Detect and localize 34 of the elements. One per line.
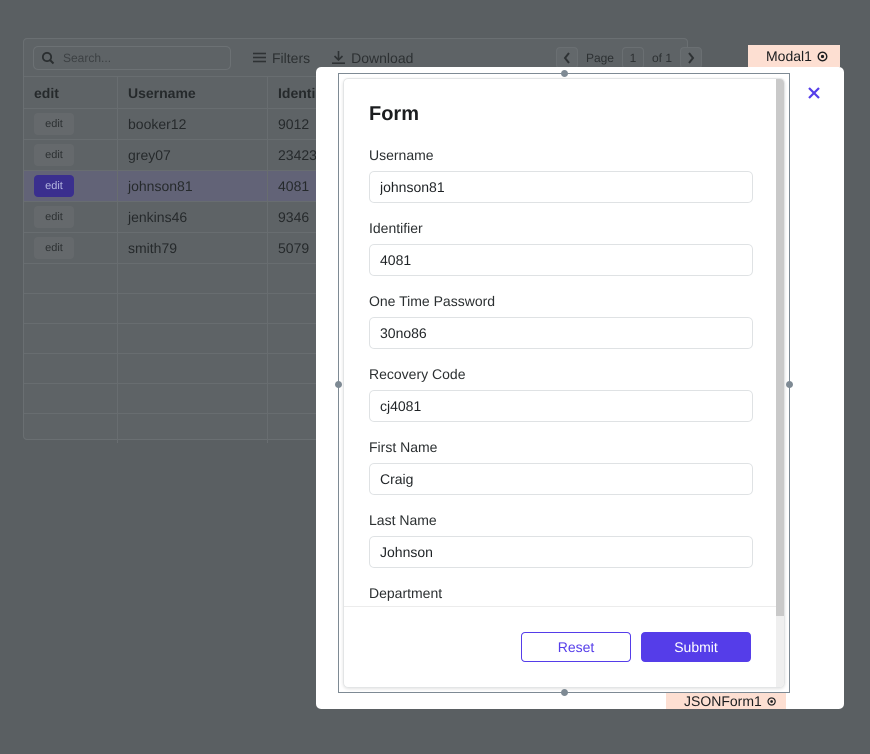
next-page-button[interactable] (680, 46, 702, 68)
resize-handle[interactable] (335, 381, 342, 388)
search-icon (41, 50, 55, 64)
field-label: Username (369, 147, 435, 163)
input-field[interactable]: cj4081 (369, 390, 753, 422)
table-cell: jenkins46 (118, 201, 268, 232)
form-tag[interactable]: JSONForm1 (666, 693, 786, 709)
resize-handle[interactable] (786, 381, 793, 388)
input-field[interactable]: 30no86 (369, 317, 753, 349)
filter-icon (253, 52, 266, 63)
download-icon (332, 51, 346, 64)
close-icon[interactable] (808, 87, 820, 99)
resize-handle[interactable] (561, 70, 568, 77)
chevron-left-icon (562, 52, 571, 64)
scrollbar[interactable] (776, 79, 784, 687)
field-label: Recovery Code (369, 366, 466, 382)
modal-tag[interactable]: Modal1 (748, 45, 840, 67)
chevron-right-icon (687, 52, 695, 64)
resize-handle[interactable] (561, 689, 568, 696)
table-cell: johnson81 (118, 170, 268, 201)
reset-button[interactable]: Reset (521, 632, 631, 662)
input-field[interactable]: 4081 (369, 244, 753, 276)
input-field[interactable]: Craig (369, 463, 753, 495)
edit-button[interactable]: edit (34, 175, 74, 197)
field-label: Last Name (369, 512, 438, 528)
table-cell: smith79 (118, 232, 268, 263)
input-field[interactable]: Johnson (369, 536, 753, 568)
table-cell: booker12 (118, 108, 268, 139)
field-label: First Name (369, 439, 438, 455)
field-label: One Time Password (369, 293, 496, 309)
previous-page-button[interactable] (556, 46, 578, 68)
submit-button[interactable]: Submit (641, 632, 751, 662)
input-field[interactable]: johnson81 (369, 171, 753, 203)
field-label: Department (369, 585, 444, 601)
